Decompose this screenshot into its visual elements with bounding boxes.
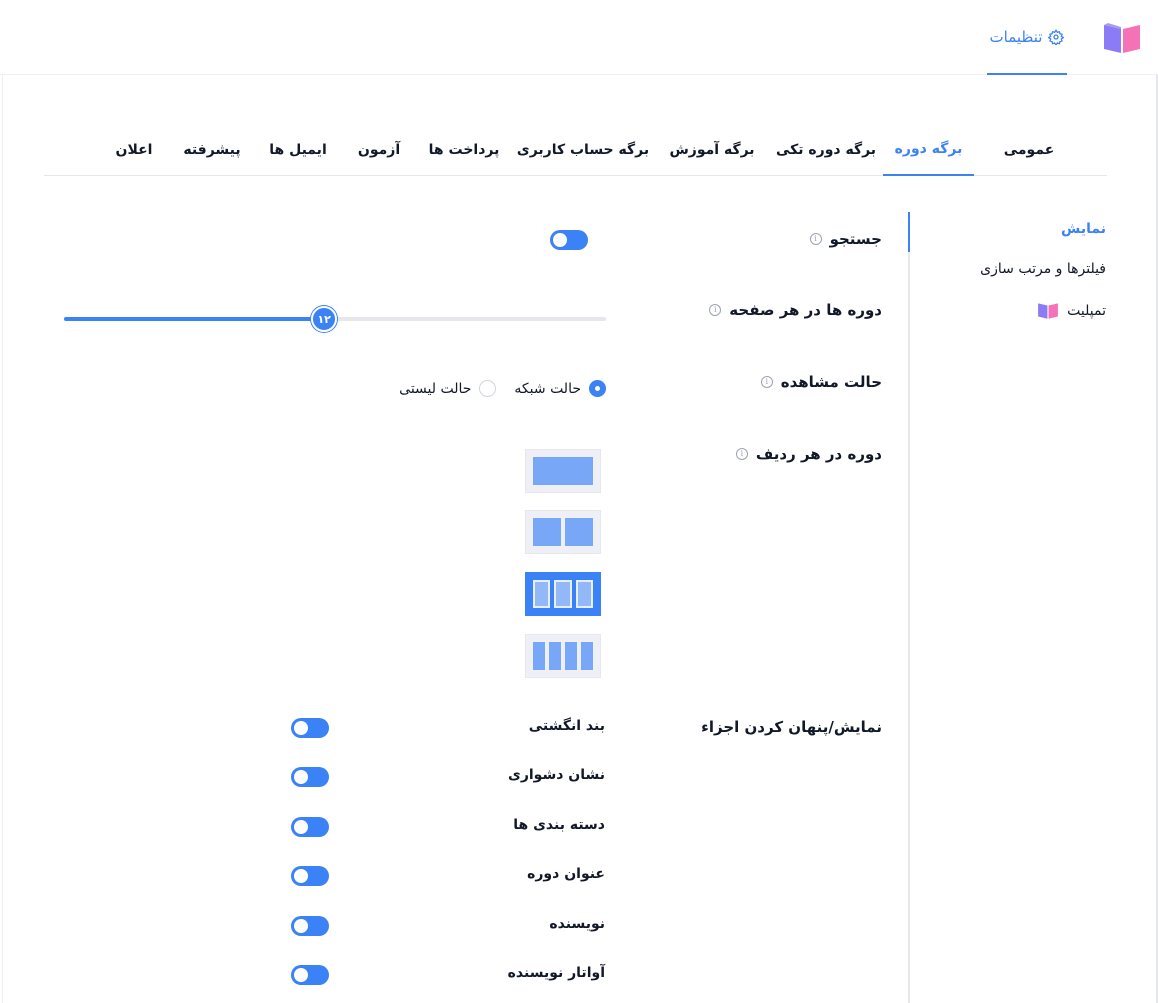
categories-label: دسته بندی ها — [513, 817, 605, 833]
layout-cell — [581, 642, 593, 670]
info-icon: i — [809, 233, 822, 245]
author-avatar-toggle[interactable] — [291, 965, 329, 985]
courses-per-page-label: دوره ها در هر صفحه i — [709, 301, 882, 319]
layout-cell — [533, 457, 593, 485]
layout-cell — [533, 642, 545, 670]
sidebar-item-display[interactable]: نمایش — [1061, 221, 1106, 237]
courses-per-row-label: دوره در هر ردیف i — [735, 445, 882, 463]
list-mode-radio[interactable] — [479, 380, 497, 397]
book-logo-icon — [1038, 303, 1059, 319]
tab-single-course-page[interactable]: برگه دوره تکی — [773, 123, 879, 176]
info-icon: i — [709, 304, 722, 316]
author-label: نویسنده — [549, 916, 605, 932]
layout-cell — [549, 642, 561, 670]
settings-tab-label: تنظیمات — [989, 27, 1043, 46]
tab-emails[interactable]: ایمیل ها — [261, 123, 335, 176]
grid-mode-radio[interactable] — [589, 380, 606, 397]
thumbnail-label: بند انگشتی — [528, 718, 605, 734]
course-title-label: عنوان دوره — [527, 866, 605, 882]
slider-thumb[interactable]: ۱۲ — [311, 306, 338, 332]
list-mode-option[interactable]: حالت لیستی — [399, 380, 497, 397]
difficulty-badge-toggle[interactable] — [291, 767, 329, 787]
view-mode-radio-group: حالت شبکه حالت لیستی — [399, 380, 606, 397]
difficulty-badge-label: نشان دشواری — [507, 767, 605, 783]
sidebar-active-indicator — [908, 212, 910, 252]
categories-toggle[interactable] — [291, 817, 329, 837]
search-toggle[interactable] — [550, 230, 588, 250]
tab-general[interactable]: عمومی — [977, 123, 1081, 176]
tab-lesson-page[interactable]: برگه آموزش — [666, 123, 758, 176]
tab-advanced[interactable]: پیشرفته — [174, 123, 250, 176]
view-mode-label: حالت مشاهده i — [760, 373, 882, 391]
sidebar-item-filters[interactable]: فیلترها و مرتب سازی — [980, 261, 1106, 277]
tab-profile-page[interactable]: برگه حساب کاربری — [517, 123, 649, 176]
top-bar: تنظیمات — [0, 0, 1158, 75]
layout-cell — [565, 518, 593, 546]
layout-3-columns[interactable] — [525, 572, 601, 616]
sidebar-item-label: فیلترها و مرتب سازی — [980, 261, 1106, 277]
course-title-toggle[interactable] — [291, 866, 329, 886]
book-logo-icon — [1104, 23, 1140, 53]
layout-cell — [565, 642, 577, 670]
sidebar-item-template[interactable]: تمپلیت — [1037, 301, 1106, 320]
settings-tabs: عمومی برگه دوره برگه دوره تکی برگه آموزش… — [44, 123, 1107, 176]
sidebar-item-label: تمپلیت — [1067, 302, 1106, 319]
gear-icon — [1048, 28, 1065, 45]
info-icon: i — [760, 376, 773, 388]
layout-cell — [554, 580, 572, 608]
layout-cell — [533, 580, 551, 608]
layout-1-column[interactable] — [525, 449, 601, 493]
info-icon: i — [735, 448, 748, 460]
tab-course-page[interactable]: برگه دوره — [883, 123, 974, 176]
sidebar-divider — [908, 212, 910, 1003]
sidebar-item-label: نمایش — [1061, 221, 1106, 237]
tab-notification[interactable]: اعلان — [106, 123, 162, 176]
tab-quiz[interactable]: آزمون — [349, 123, 409, 176]
author-avatar-label: آواتار نویسنده — [507, 965, 605, 981]
author-toggle[interactable] — [291, 916, 329, 936]
layout-4-columns[interactable] — [525, 634, 601, 678]
layout-2-columns[interactable] — [525, 510, 601, 554]
search-label: جستجو i — [809, 230, 882, 248]
tab-settings-top[interactable]: تنظیمات — [987, 0, 1067, 75]
slider-fill — [64, 317, 325, 321]
grid-mode-option[interactable]: حالت شبکه — [514, 380, 606, 397]
show-hide-label: نمایش/پنهان کردن اجزاء — [701, 718, 882, 736]
tab-payments[interactable]: پرداخت ها — [419, 123, 509, 176]
layout-cell — [575, 580, 593, 608]
layout-cell — [533, 518, 561, 546]
thumbnail-toggle[interactable] — [291, 718, 329, 738]
